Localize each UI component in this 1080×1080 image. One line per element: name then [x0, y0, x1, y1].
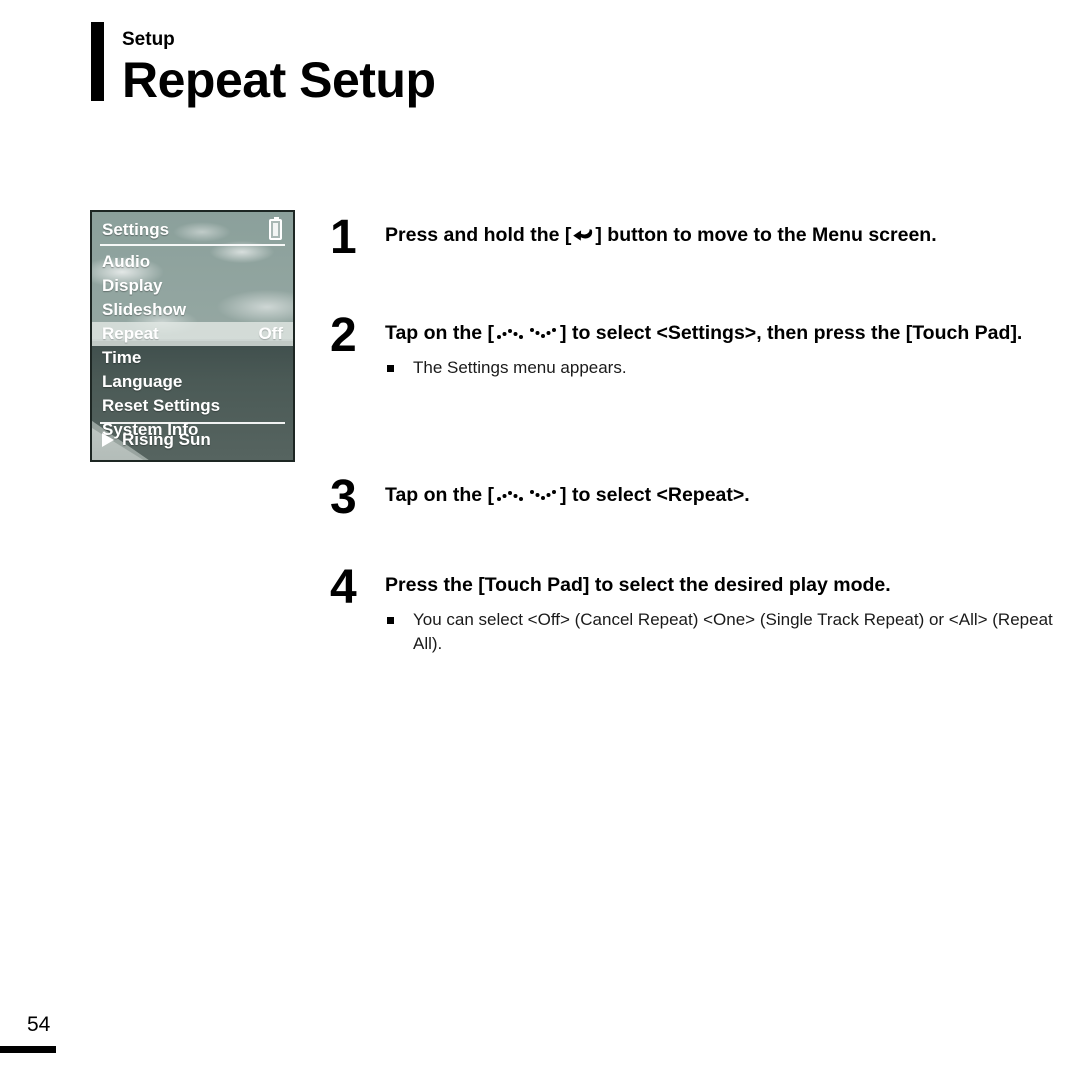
- device-screen-illustration: Settings Audio Display Slideshow Repeat …: [90, 210, 295, 462]
- screen-menu-item-time[interactable]: Time: [92, 346, 293, 370]
- screen-footer-divider: [100, 422, 285, 424]
- screen-title: Settings: [102, 220, 170, 239]
- step-number: 1: [330, 211, 357, 264]
- step-number: 3: [330, 471, 357, 524]
- menu-item-label: Audio: [102, 252, 151, 271]
- square-bullet-icon: [387, 617, 394, 624]
- menu-item-value: Off: [258, 324, 283, 343]
- screen-menu-item-slideshow[interactable]: Slideshow: [92, 298, 293, 322]
- square-bullet-icon: [387, 365, 394, 372]
- step-text-after: ] to select <Repeat>.: [560, 484, 750, 506]
- step-note: You can select <Off> (Cancel Repeat) <On…: [385, 608, 1065, 656]
- menu-item-label: Language: [102, 372, 183, 391]
- step-4: 4 Press the [Touch Pad] to select the de…: [330, 564, 1065, 656]
- battery-icon: [269, 217, 282, 240]
- header: Setup Repeat Setup: [122, 29, 822, 109]
- menu-item-label: Time: [102, 348, 142, 367]
- screen-title-row: Settings: [92, 217, 293, 246]
- step-heading: Tap on the [ ] to select <Settings>, then…: [385, 320, 1045, 347]
- step-heading: Press and hold the [ ] button to move to …: [385, 222, 1080, 249]
- step-heading: Press the [Touch Pad] to select the desi…: [385, 574, 891, 596]
- screen-now-playing: Rising Sun: [92, 426, 293, 454]
- touch-swipe-icon: [497, 490, 557, 501]
- now-playing-track: Rising Sun: [122, 430, 211, 449]
- step-3: 3 Tap on the [ ] to select <Repeat>.: [330, 474, 1080, 522]
- screen-menu-item-audio[interactable]: Audio: [92, 250, 293, 274]
- screen-ui-overlay: Settings Audio Display Slideshow Repeat …: [92, 212, 293, 460]
- step-2: 2 Tap on the [ ] to select <Settings>, th…: [330, 312, 1045, 380]
- menu-item-label: Repeat: [102, 324, 159, 343]
- menu-item-label: Slideshow: [102, 300, 187, 319]
- screen-menu-item-language[interactable]: Language: [92, 370, 293, 394]
- page-title: Repeat Setup: [122, 52, 436, 108]
- step-note: The Settings menu appears.: [385, 356, 1045, 380]
- menu-item-label: Reset Settings: [102, 396, 221, 415]
- return-arrow-icon: [573, 229, 593, 241]
- screen-menu-item-display[interactable]: Display: [92, 274, 293, 298]
- step-text-before: Tap on the [: [385, 322, 495, 344]
- step-number: 2: [330, 309, 357, 362]
- page-number: 54: [27, 1013, 51, 1036]
- screen-menu-item-repeat[interactable]: Repeat Off: [92, 322, 293, 346]
- section-eyebrow: Setup: [122, 29, 175, 50]
- screen-menu-list: Audio Display Slideshow Repeat Off Time …: [92, 250, 293, 442]
- step-text-after: ] to select <Settings>, then press the […: [560, 322, 1023, 344]
- footer-accent-bar: [0, 1046, 56, 1053]
- play-icon: [102, 432, 114, 447]
- touch-swipe-icon: [497, 328, 557, 339]
- screen-menu-item-reset-settings[interactable]: Reset Settings: [92, 394, 293, 418]
- step-text-before: Press and hold the [: [385, 224, 572, 246]
- menu-item-label: Display: [102, 276, 163, 295]
- step-text-after: ] button to move to the Menu screen.: [595, 224, 937, 246]
- step-note-text: The Settings menu appears.: [413, 358, 627, 377]
- step-heading: Tap on the [ ] to select <Repeat>.: [385, 482, 1080, 509]
- step-1: 1 Press and hold the [ ] button to move t…: [330, 214, 1080, 262]
- step-note-text: You can select <Off> (Cancel Repeat) <On…: [413, 610, 1053, 653]
- step-number: 4: [330, 561, 357, 614]
- title-accent-bar: [91, 22, 104, 101]
- screen-title-divider: [100, 244, 285, 246]
- step-text-before: Tap on the [: [385, 484, 495, 506]
